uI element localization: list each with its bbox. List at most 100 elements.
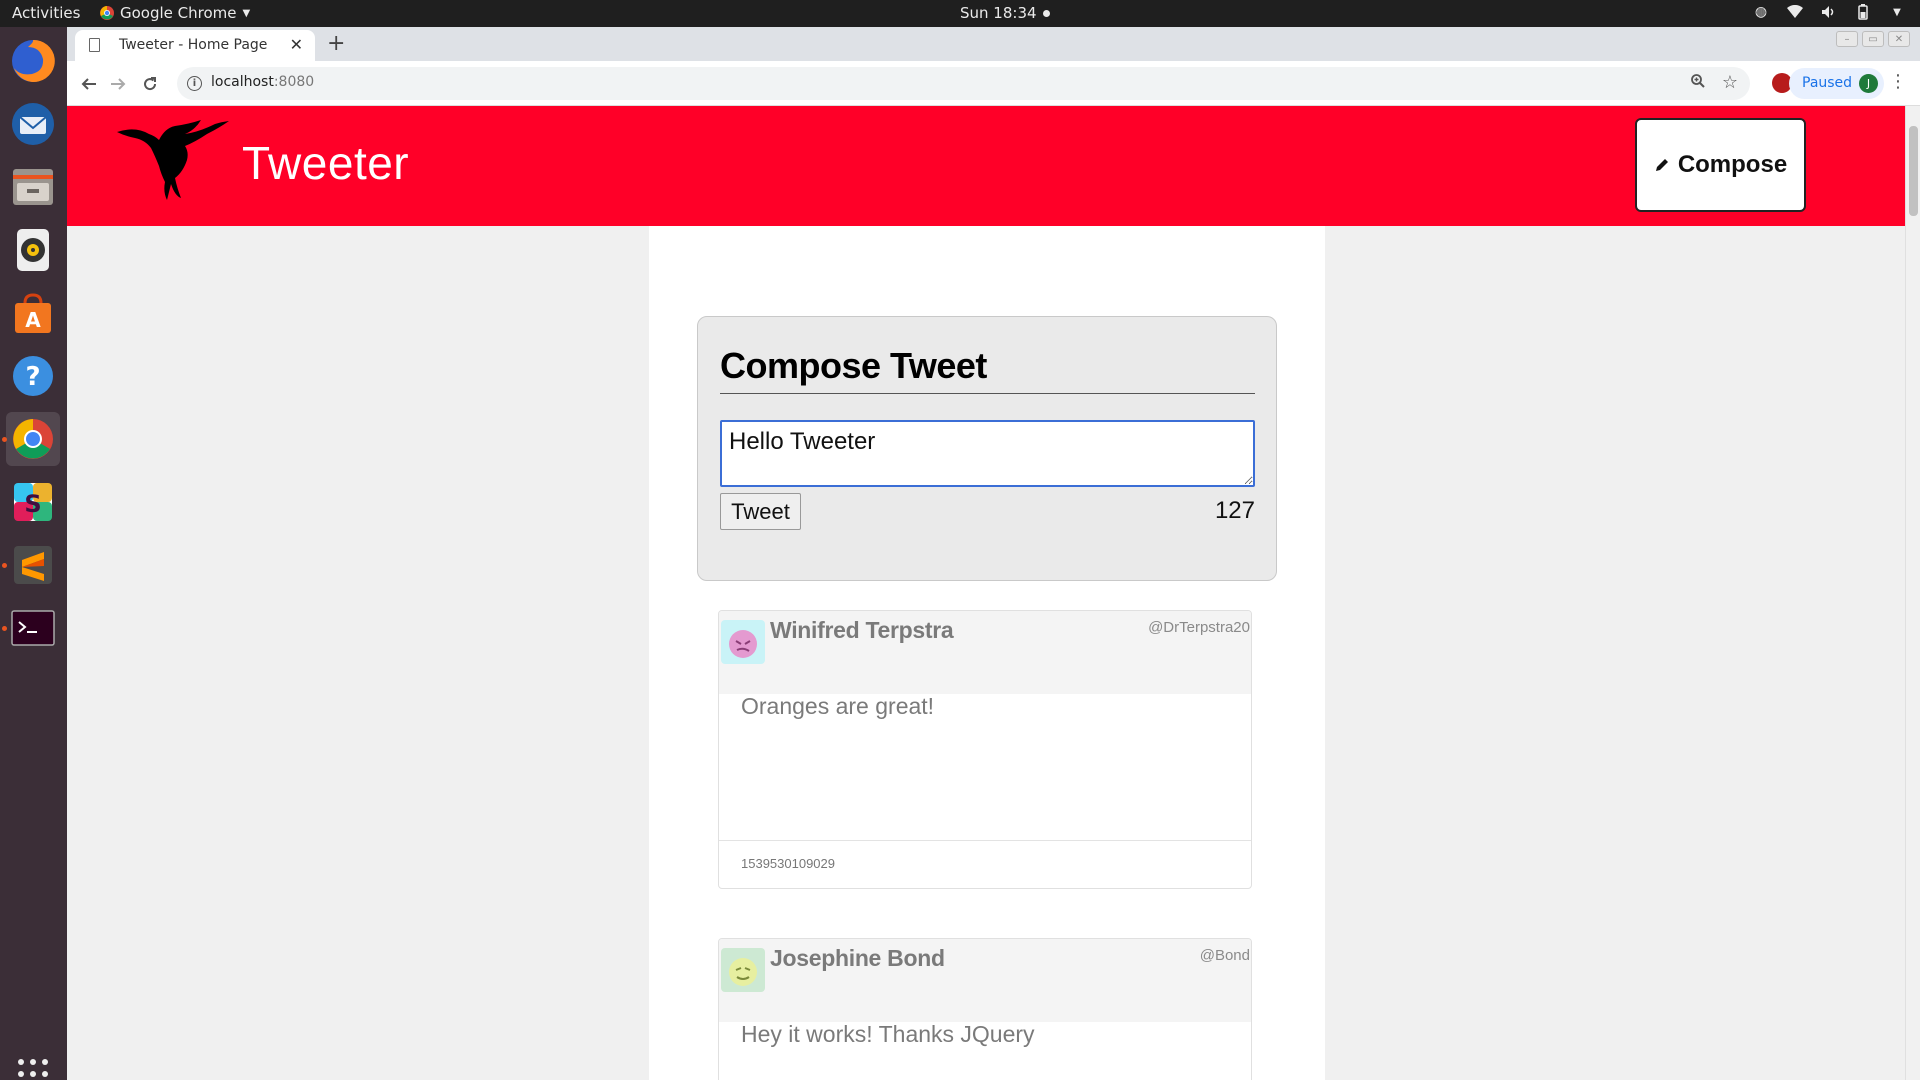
activities-button[interactable]: Activities: [12, 4, 80, 22]
tweet-author-handle: @Bond: [1199, 947, 1250, 964]
url-text: localhost:8080: [211, 74, 314, 90]
forward-button[interactable]: [106, 72, 130, 96]
chrome-launcher[interactable]: [6, 412, 60, 466]
files-icon: [13, 169, 53, 205]
chrome-small-icon: [100, 6, 114, 20]
char-counter: 127: [1214, 497, 1255, 524]
caret-down-icon: ▼: [242, 7, 251, 19]
thunderbird-launcher[interactable]: [6, 97, 60, 151]
arrow-right-icon: [111, 78, 126, 90]
page-viewport: Tweeter Compose Compose Tweet Hello Twee…: [67, 106, 1920, 1080]
bookmark-star-icon[interactable]: ☆: [1722, 72, 1738, 93]
svg-text:?: ?: [25, 362, 40, 392]
zoom-icon[interactable]: [1690, 73, 1706, 93]
window-controls: – ▭ ✕: [1836, 31, 1910, 47]
notification-dot-icon: [1042, 9, 1050, 17]
sublime-text-launcher[interactable]: [6, 538, 60, 592]
site-header: Tweeter Compose: [67, 106, 1905, 226]
tweet-card: Josephine Bond @Bond Hey it works! Thank…: [718, 938, 1252, 1080]
battery-icon[interactable]: [1854, 3, 1872, 21]
rhythmbox-icon: [17, 229, 49, 271]
sublime-text-icon: [14, 546, 52, 584]
tweet-submit-button[interactable]: Tweet: [720, 493, 801, 530]
software-center-launcher[interactable]: A: [6, 286, 60, 340]
avatar: [721, 948, 765, 992]
profile-avatar: J: [1859, 74, 1878, 93]
hummingbird-logo-icon: [117, 120, 229, 200]
new-tab-button[interactable]: +: [327, 31, 345, 56]
back-button[interactable]: [77, 72, 101, 96]
caret-down-icon[interactable]: ▼: [1888, 3, 1906, 21]
browser-toolbar: i localhost:8080 ☆ Paused J ⋮: [67, 61, 1920, 106]
menu-kebab-icon[interactable]: ⋮: [1889, 71, 1907, 92]
tweet-author-handle: @DrTerpstra20: [1148, 619, 1250, 636]
help-icon: ?: [13, 356, 53, 396]
tweet-card: Winifred Terpstra @DrTerpstra20 Oranges …: [718, 610, 1252, 889]
svg-text:S: S: [24, 490, 41, 518]
compose-heading: Compose Tweet: [720, 345, 1255, 394]
tweet-author-name: Josephine Bond: [770, 945, 945, 971]
svg-text:A: A: [25, 308, 41, 332]
tweet-content: Hey it works! Thanks JQuery: [741, 1021, 1035, 1047]
tweet-header: Josephine Bond @Bond: [719, 939, 1251, 1022]
profile-status: Paused: [1802, 75, 1853, 91]
tab-title: Tweeter - Home Page: [119, 37, 268, 53]
close-window-button[interactable]: ✕: [1888, 31, 1910, 47]
steam-icon[interactable]: ◍: [1752, 3, 1770, 21]
tweet-content: Oranges are great!: [741, 693, 935, 719]
reload-icon: [144, 77, 157, 91]
site-brand[interactable]: Tweeter: [242, 136, 409, 190]
compose-toggle-label: Compose: [1677, 151, 1788, 178]
shopping-bag-icon: A: [15, 293, 51, 333]
maximize-window-button[interactable]: ▭: [1862, 31, 1884, 47]
info-icon[interactable]: i: [187, 76, 202, 91]
help-launcher[interactable]: ?: [6, 349, 60, 403]
volume-icon[interactable]: [1820, 3, 1838, 21]
document-icon: [89, 38, 100, 52]
page-scrollbar[interactable]: [1905, 106, 1920, 1080]
pencil-icon: [1655, 159, 1668, 171]
tweet-header: Winifred Terpstra @DrTerpstra20: [719, 611, 1251, 694]
tweet-timestamp: 1539530109029: [741, 856, 835, 871]
profile-button[interactable]: Paused J: [1789, 68, 1884, 99]
tweet-footer: 1539530109029: [719, 840, 1251, 888]
app-menu-label: Google Chrome: [120, 4, 237, 22]
url-port: :8080: [273, 74, 315, 90]
main-container: Compose Tweet Hello Tweeter Tweet 127 Wi…: [649, 226, 1325, 1080]
wifi-icon[interactable]: [1786, 3, 1804, 21]
tweet-textarea[interactable]: Hello Tweeter: [720, 420, 1255, 487]
compose-tweet-panel: Compose Tweet Hello Tweeter Tweet 127: [697, 316, 1277, 581]
dock: A ? S: [0, 27, 67, 1080]
minimize-window-button[interactable]: –: [1836, 31, 1858, 47]
files-launcher[interactable]: [6, 160, 60, 214]
close-tab-icon[interactable]: ✕: [290, 35, 303, 54]
app-menu[interactable]: Google Chrome ▼: [100, 4, 250, 22]
thunderbird-icon: [12, 103, 54, 145]
tab-strip: Tweeter - Home Page ✕ + – ▭ ✕: [67, 27, 1920, 61]
tab-active[interactable]: Tweeter - Home Page ✕: [75, 30, 315, 61]
running-indicator-icon: [2, 626, 7, 631]
running-indicator-icon: [2, 437, 7, 442]
avatar: [721, 620, 765, 664]
firefox-icon: [12, 39, 55, 82]
show-applications-grid-icon[interactable]: [18, 1059, 48, 1080]
system-top-bar: Activities Google Chrome ▼ Sun 18:34 ◍ ▼: [0, 0, 1920, 27]
clock[interactable]: Sun 18:34: [960, 4, 1050, 22]
url-host: localhost: [211, 74, 274, 90]
slack-icon: S: [14, 483, 52, 521]
reload-button[interactable]: [138, 72, 162, 96]
scrollbar-thumb[interactable]: [1909, 126, 1918, 216]
chrome-icon: [13, 419, 53, 459]
running-indicator-icon: [2, 563, 7, 568]
clock-label: Sun 18:34: [960, 4, 1037, 22]
browser-window: Tweeter - Home Page ✕ + – ▭ ✕ i localhos…: [67, 27, 1920, 1080]
terminal-launcher[interactable]: [6, 601, 60, 655]
arrow-left-icon: [81, 78, 96, 90]
address-bar[interactable]: i localhost:8080 ☆: [177, 67, 1750, 100]
compose-toggle-button[interactable]: Compose: [1635, 118, 1806, 212]
firefox-launcher[interactable]: [6, 34, 60, 88]
system-tray[interactable]: ◍ ▼: [1752, 3, 1906, 21]
slack-launcher[interactable]: S: [6, 475, 60, 529]
rhythmbox-launcher[interactable]: [6, 223, 60, 277]
terminal-icon: [11, 610, 55, 646]
